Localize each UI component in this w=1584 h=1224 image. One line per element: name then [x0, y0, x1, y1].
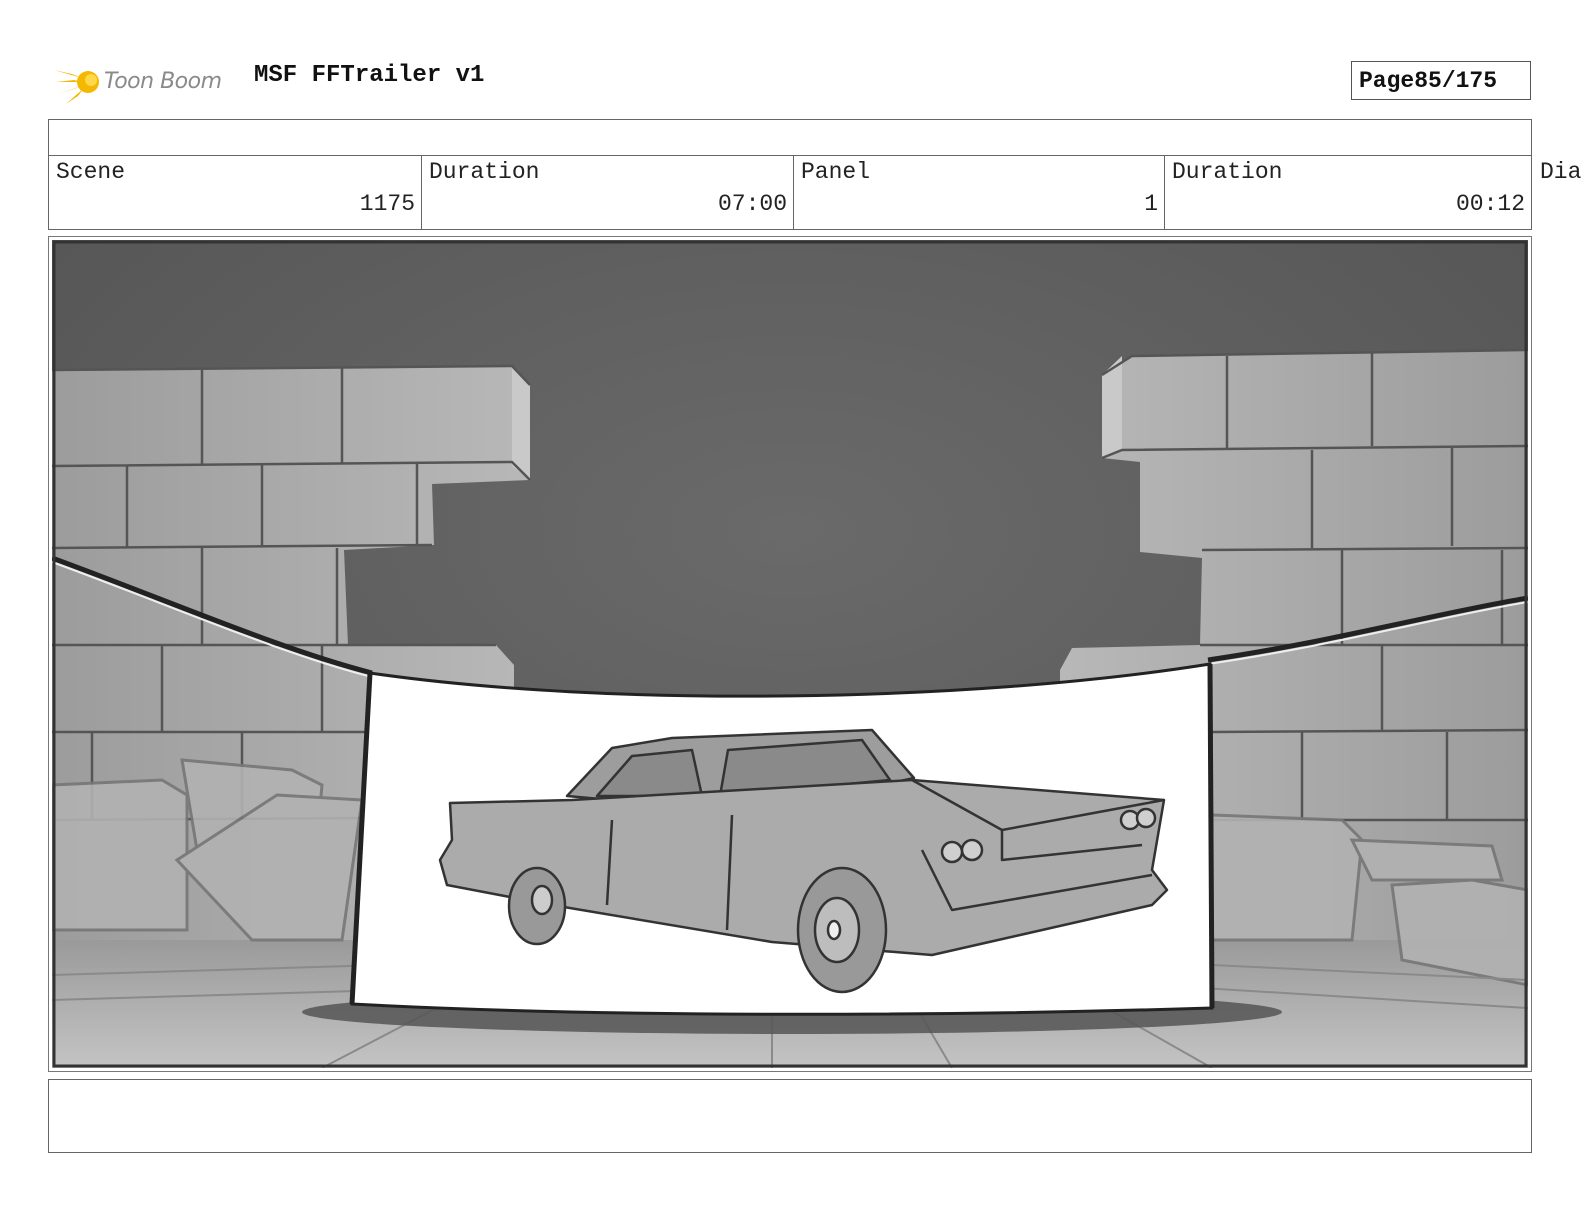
scene-value: 1175 — [359, 191, 415, 217]
scene-label: Scene — [56, 159, 126, 185]
page-indicator: Page 85/175 — [1351, 61, 1531, 100]
panel-cell: Panel 1 — [794, 155, 1165, 229]
panel-info-row: Scene 1175 Duration 07:00 Panel 1 Durati… — [48, 155, 1532, 230]
panel-duration-value: 00:12 — [1455, 191, 1525, 217]
panel-label: Panel — [801, 159, 871, 185]
action-notes-box — [48, 1079, 1532, 1153]
toon-boom-star-icon — [54, 58, 99, 104]
panel-duration-cell: Duration 00:12 — [1165, 155, 1531, 229]
toon-boom-logo: Toon Boom — [52, 56, 238, 106]
project-title: MSF FFTrailer v1 — [254, 62, 485, 89]
panel-duration-label: Duration — [1172, 159, 1283, 185]
scene-cell: Scene 1175 — [49, 155, 422, 229]
page-number: 85/175 — [1414, 67, 1498, 94]
scene-duration-label: Duration — [429, 159, 540, 185]
panel-drawing — [52, 240, 1528, 1068]
page-label: Page — [1359, 67, 1415, 94]
dialogue-label: Dia — [1540, 159, 1582, 185]
scene-duration-value: 07:00 — [717, 191, 787, 217]
storyboard-panel — [48, 236, 1532, 1072]
scene-duration-cell: Duration 07:00 — [422, 155, 794, 229]
panel-value: 1 — [1144, 191, 1158, 217]
sequence-bar — [48, 119, 1532, 156]
logo-text: Toon Boom — [104, 68, 222, 94]
